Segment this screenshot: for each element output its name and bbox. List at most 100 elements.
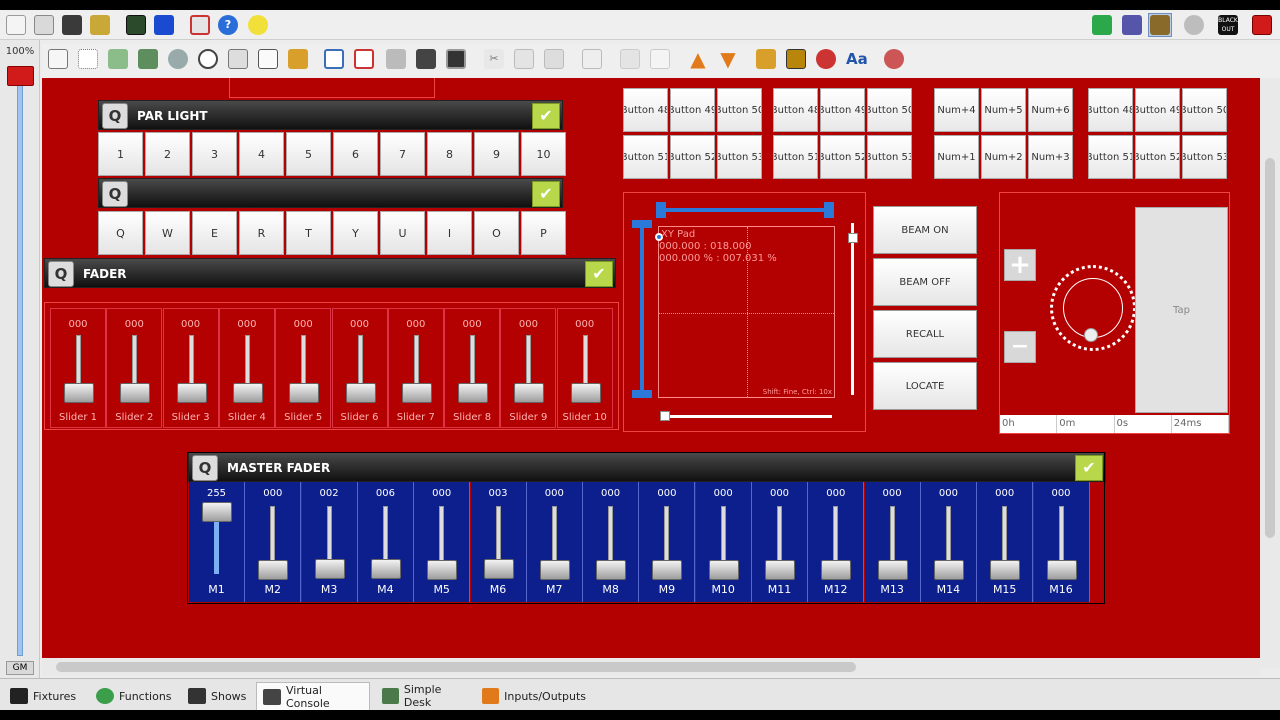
grid-button[interactable]: Button 53: [1182, 135, 1227, 179]
grid-button[interactable]: Button 51: [623, 135, 668, 179]
horizontal-scroll-thumb[interactable]: [56, 662, 856, 672]
slider-knob[interactable]: [120, 383, 151, 403]
add-cue-list-icon[interactable]: [256, 47, 280, 71]
grid-button[interactable]: Button 53: [717, 135, 762, 179]
keyboard-button[interactable]: I: [427, 211, 472, 255]
keyboard-button[interactable]: O: [474, 211, 519, 255]
frame-collapse-icon[interactable]: Q: [102, 181, 128, 207]
grid-button[interactable]: Button 48: [1088, 88, 1133, 132]
frame-collapse-icon[interactable]: Q: [102, 103, 128, 129]
par-light-button[interactable]: 1: [98, 132, 143, 176]
master-slider-knob[interactable]: [539, 560, 570, 580]
hours-field[interactable]: 0h: [1000, 415, 1058, 433]
tab-simple-desk[interactable]: Simple Desk: [376, 682, 468, 710]
slider-knob[interactable]: [458, 383, 489, 403]
add-button-icon[interactable]: [46, 47, 70, 71]
keyboard-button[interactable]: Y: [333, 211, 378, 255]
grid-button[interactable]: Button 53: [867, 135, 912, 179]
master-slider-knob[interactable]: [1046, 560, 1077, 580]
tab-functions[interactable]: Functions: [90, 682, 176, 710]
foreground-color-icon[interactable]: [814, 47, 838, 71]
slider-knob[interactable]: [345, 383, 376, 403]
move-down-icon[interactable]: ▼: [716, 47, 740, 71]
font-icon[interactable]: Aa: [844, 47, 868, 71]
add-label-icon[interactable]: [384, 47, 408, 71]
grid-button[interactable]: Num+2: [981, 135, 1026, 179]
grid-button[interactable]: Button 48: [623, 88, 668, 132]
slider-knob[interactable]: [570, 383, 601, 403]
speed-plus-button[interactable]: +: [1004, 249, 1036, 281]
save-icon[interactable]: [60, 13, 84, 37]
blackout-icon[interactable]: BLACK OUT: [1216, 13, 1240, 37]
mode-design-icon[interactable]: [1090, 13, 1114, 37]
keyboard-button[interactable]: R: [239, 211, 284, 255]
par-light-button[interactable]: 10: [521, 132, 566, 176]
master-slider-knob[interactable]: [370, 558, 401, 579]
help-icon[interactable]: ?: [216, 13, 240, 37]
widget-properties-icon[interactable]: [618, 47, 642, 71]
grid-button[interactable]: Button 51: [773, 135, 818, 179]
add-frame-icon[interactable]: [322, 47, 346, 71]
open-icon[interactable]: [32, 13, 56, 37]
master-slider-knob[interactable]: [427, 560, 458, 580]
add-xy-pad-icon[interactable]: [226, 47, 250, 71]
grid-button[interactable]: Num+4: [934, 88, 979, 132]
tab-inputs-outputs[interactable]: Inputs/Outputs: [476, 682, 586, 710]
frame-enable-check-icon[interactable]: ✔: [532, 181, 560, 207]
cue-button[interactable]: RECALL: [873, 310, 977, 358]
keyboard-button[interactable]: P: [521, 211, 566, 255]
par-light-frame-header[interactable]: Q PAR LIGHT ✔: [98, 100, 563, 130]
frame-collapse-icon[interactable]: Q: [48, 261, 74, 287]
add-button-matrix-icon[interactable]: [76, 47, 100, 71]
grid-button[interactable]: Button 50: [717, 88, 762, 132]
cut-icon[interactable]: ✂: [482, 47, 506, 71]
milliseconds-field[interactable]: 24ms: [1172, 415, 1229, 433]
add-solo-frame-icon[interactable]: [352, 47, 376, 71]
xy-pad-horizontal-range[interactable]: [660, 208, 832, 212]
xy-pad-area[interactable]: XY Pad 000.000 : 018.000 000.000 % : 007…: [655, 226, 835, 398]
grid-button[interactable]: Button 52: [820, 135, 865, 179]
par-light-button[interactable]: 6: [333, 132, 378, 176]
xy-pad-y-slider[interactable]: [851, 223, 854, 395]
about-icon[interactable]: [246, 13, 270, 37]
master-slider-knob[interactable]: [314, 559, 345, 580]
add-clock-icon[interactable]: [444, 47, 468, 71]
keyboard-button[interactable]: Q: [98, 211, 143, 255]
add-audio-icon[interactable]: [414, 47, 438, 71]
keyboard-button[interactable]: W: [145, 211, 190, 255]
panic-icon[interactable]: [1250, 13, 1274, 37]
slider-knob[interactable]: [401, 383, 432, 403]
master-slider-knob[interactable]: [933, 560, 964, 580]
add-speed-dial-icon[interactable]: [196, 47, 220, 71]
xy-pad-range-handle-left[interactable]: [656, 202, 666, 218]
grid-button[interactable]: Button 49: [670, 88, 715, 132]
add-slider-matrix-icon[interactable]: [136, 47, 160, 71]
tab-shows[interactable]: Shows: [182, 682, 250, 710]
grid-button[interactable]: Num+5: [981, 88, 1026, 132]
tab-fixtures[interactable]: Fixtures: [4, 682, 84, 710]
xy-pad[interactable]: XY Pad 000.000 : 018.000 000.000 % : 007…: [623, 192, 866, 432]
xy-pad-x-slider[interactable]: [660, 415, 832, 418]
grid-button[interactable]: Button 49: [1135, 88, 1180, 132]
grid-button[interactable]: Num+6: [1028, 88, 1073, 132]
slider-knob[interactable]: [514, 383, 545, 403]
grid-button[interactable]: Button 49: [820, 88, 865, 132]
fader-frame-header[interactable]: Q FADER ✔: [44, 258, 616, 288]
add-slider-icon[interactable]: [106, 47, 130, 71]
speed-time-fields[interactable]: 0h 0m 0s 24ms: [1000, 415, 1229, 433]
xy-pad-range-handle-top[interactable]: [632, 220, 652, 228]
par-light-button[interactable]: 3: [192, 132, 237, 176]
master-slider-knob[interactable]: [652, 560, 683, 580]
master-slider-knob[interactable]: [596, 560, 627, 580]
rename-icon[interactable]: [648, 47, 672, 71]
frame-enable-check-icon[interactable]: ✔: [532, 103, 560, 129]
save-as-icon[interactable]: [88, 13, 112, 37]
keyboard-button[interactable]: E: [192, 211, 237, 255]
par-light-button[interactable]: 4: [239, 132, 284, 176]
settings-tools-icon[interactable]: [882, 47, 906, 71]
par-light-button[interactable]: 7: [380, 132, 425, 176]
grid-button[interactable]: Num+3: [1028, 135, 1073, 179]
horizontal-scrollbar[interactable]: [42, 658, 1260, 676]
tab-virtual-console[interactable]: Virtual Console: [256, 682, 370, 710]
xy-pad-vertical-range[interactable]: [640, 223, 644, 393]
